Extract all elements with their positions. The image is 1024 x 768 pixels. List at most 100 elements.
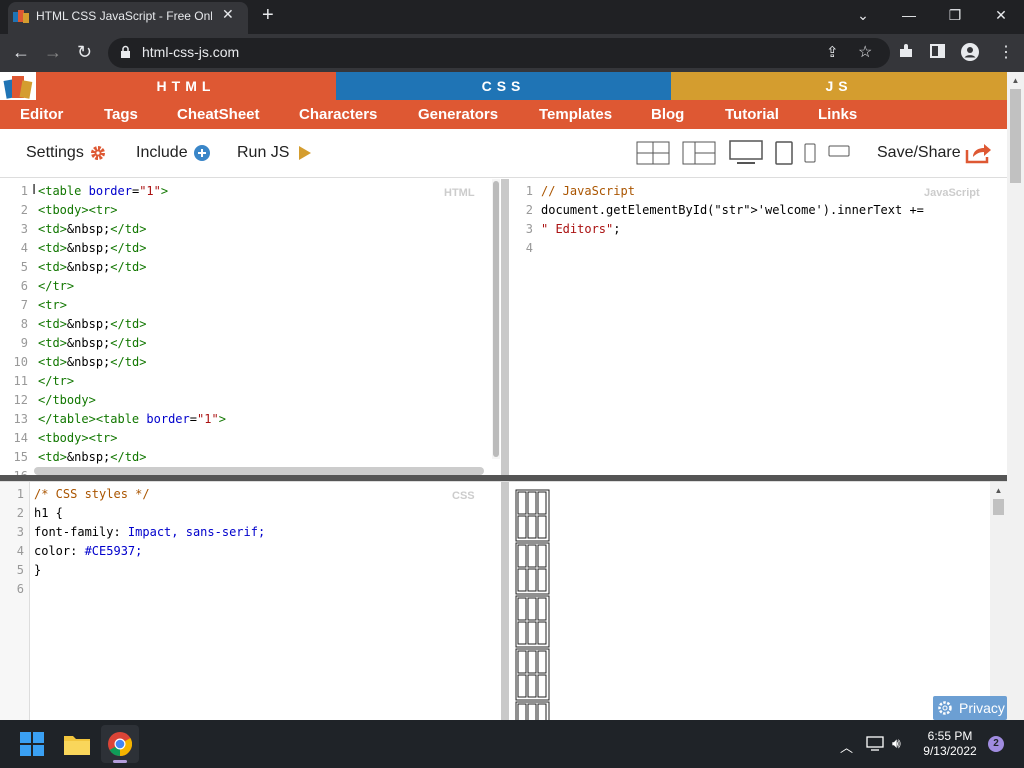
html-code-line[interactable]: <table border="1"> [38, 182, 226, 201]
preview-scroll-thumb[interactable] [993, 499, 1004, 515]
html-code-line[interactable]: <td>&nbsp;</td> [38, 448, 226, 467]
minimize-icon[interactable]: — [886, 4, 932, 26]
html-code-area[interactable]: <table border="1"> <tbody><tr> <td>&nbsp;<… [38, 182, 226, 467]
page-scroll-thumb[interactable] [1010, 89, 1021, 183]
notification-badge[interactable]: 2 [988, 736, 1004, 752]
show-hidden-icons-icon[interactable]: ︿ [840, 737, 853, 756]
css-code-line[interactable]: font-family: Impact, sans-serif; [34, 523, 265, 542]
css-code-area[interactable]: /* CSS styles */h1 {font-family: Impact,… [34, 485, 265, 599]
site-logo[interactable] [0, 72, 36, 100]
lock-icon[interactable] [120, 45, 131, 59]
js-code-line[interactable] [541, 239, 924, 258]
html-code-line[interactable]: <td>&nbsp;</td> [38, 315, 226, 334]
js-code-line[interactable]: document.getElementById("str">'welcome')… [541, 201, 924, 220]
menu-generators[interactable]: Generators [418, 106, 498, 123]
html-line-number: 16 [0, 467, 28, 475]
html-code-line[interactable]: <tbody><tr> [38, 429, 226, 448]
windows-start-icon[interactable] [20, 732, 44, 756]
save-share-button[interactable]: Save/Share [877, 144, 961, 162]
preview-table-cell [517, 515, 527, 539]
js-editor[interactable]: 1 2 3 4 // JavaScript document.getElementByI… [509, 179, 1007, 475]
network-icon[interactable] [866, 736, 884, 751]
js-code-line[interactable]: " Editors"; [541, 220, 924, 239]
close-window-icon[interactable]: ✕ [978, 4, 1024, 26]
preview-scrollbar[interactable]: ▲ ▼ [990, 482, 1007, 720]
settings-button[interactable]: Settings [26, 144, 84, 162]
address-toolbar: ← → ↻ html-css-js.com ⇪ ☆ ⋮ [0, 34, 1024, 72]
menu-characters[interactable]: Characters [299, 106, 377, 123]
tab-js[interactable]: JS [671, 72, 1007, 100]
html-line-number: 10 [13, 355, 28, 369]
html-code-line[interactable]: </table><table border="1"> [38, 410, 226, 429]
file-explorer-icon[interactable] [64, 733, 90, 755]
bookmark-star-icon[interactable]: ☆ [858, 42, 872, 62]
html-code-line[interactable]: <td>&nbsp;</td> [38, 220, 226, 239]
menu-blog[interactable]: Blog [651, 106, 684, 123]
css-code-line[interactable]: } [34, 561, 265, 580]
js-code-area[interactable]: // JavaScript document.getElementById("st… [541, 182, 924, 258]
new-tab-icon[interactable]: + [262, 5, 274, 25]
tab-css[interactable]: CSS [336, 72, 671, 100]
menu-tutorial[interactable]: Tutorial [725, 106, 779, 123]
css-editor[interactable]: 1 2 3 4 5 6 /* CSS styles */h1 {font-family: … [0, 482, 501, 720]
forward-icon[interactable]: → [44, 42, 62, 62]
taskbar-clock[interactable]: 6:55 PM 9/13/2022 [918, 729, 982, 759]
phone-landscape-preview-icon[interactable] [828, 145, 850, 157]
menu-links[interactable]: Links [818, 106, 857, 123]
html-code-line[interactable]: <td>&nbsp;</td> [38, 353, 226, 372]
html-vscrollbar[interactable] [492, 179, 500, 459]
html-code-line[interactable]: <td>&nbsp;</td> [38, 334, 226, 353]
close-tab-icon[interactable]: ✕ [222, 6, 234, 23]
css-line-number: 5 [16, 563, 24, 577]
css-code-line[interactable]: color: #CE5937; [34, 542, 265, 561]
phone-preview-icon[interactable] [804, 143, 816, 163]
browser-menu-icon[interactable]: ⋮ [998, 42, 1014, 62]
side-panel-icon[interactable] [930, 44, 945, 58]
tab-search-icon[interactable]: ⌄ [840, 4, 886, 26]
extensions-icon[interactable] [898, 43, 914, 59]
menu-templates[interactable]: Templates [539, 106, 612, 123]
menu-tags[interactable]: Tags [104, 106, 138, 123]
page-scrollbar[interactable]: ▲ [1007, 72, 1024, 720]
preview-table-cell [517, 597, 527, 621]
js-code-line[interactable]: // JavaScript [541, 182, 924, 201]
html-line-number: 3 [20, 222, 28, 236]
include-button[interactable]: Include [136, 144, 188, 162]
vertical-splitter-bottom[interactable] [501, 482, 509, 720]
desktop-preview-icon[interactable] [729, 140, 763, 166]
html-code-line[interactable]: <tr> [38, 296, 226, 315]
menu-editor[interactable]: Editor [20, 106, 63, 123]
run-js-button[interactable]: Run JS [237, 144, 289, 162]
css-code-line[interactable]: h1 { [34, 504, 265, 523]
vertical-splitter-top[interactable] [501, 179, 509, 475]
share-icon[interactable]: ⇪ [826, 43, 839, 61]
profile-avatar-icon[interactable] [961, 43, 979, 61]
css-code-line[interactable]: /* CSS styles */ [34, 485, 265, 504]
html-vscroll-thumb[interactable] [493, 181, 499, 457]
html-editor[interactable]: 12345678910111213141516 <table border="1… [0, 179, 501, 475]
preview-pane[interactable]: ▲ ▼ Privacy [509, 482, 1007, 720]
preview-table-cell [527, 597, 537, 621]
reload-icon[interactable]: ↻ [77, 42, 92, 62]
plus-circle-icon [194, 145, 210, 161]
html-code-line[interactable]: <tbody><tr> [38, 201, 226, 220]
html-hscroll-thumb[interactable] [34, 467, 484, 475]
scroll-up-icon[interactable]: ▲ [990, 486, 1007, 495]
layout-split-icon[interactable] [636, 141, 670, 165]
page-scroll-up-icon[interactable]: ▲ [1007, 76, 1024, 85]
text-cursor-icon: Ⅰ [32, 181, 37, 197]
menu-cheatsheet[interactable]: CheatSheet [177, 106, 260, 123]
html-code-line[interactable]: </tbody> [38, 391, 226, 410]
html-code-line[interactable]: <td>&nbsp;</td> [38, 239, 226, 258]
html-code-line[interactable]: </tr> [38, 277, 226, 296]
restore-icon[interactable]: ❐ [932, 4, 978, 26]
layout-quad-icon[interactable] [682, 141, 716, 165]
css-code-line[interactable] [34, 580, 265, 599]
back-icon[interactable]: ← [12, 42, 30, 62]
volume-icon[interactable]: 🔊︎ [892, 735, 901, 752]
url-text[interactable]: html-css-js.com [142, 44, 239, 60]
tablet-preview-icon[interactable] [774, 141, 794, 165]
html-code-line[interactable]: <td>&nbsp;</td> [38, 258, 226, 277]
html-code-line[interactable]: </tr> [38, 372, 226, 391]
tab-html[interactable]: HTML [36, 72, 336, 100]
